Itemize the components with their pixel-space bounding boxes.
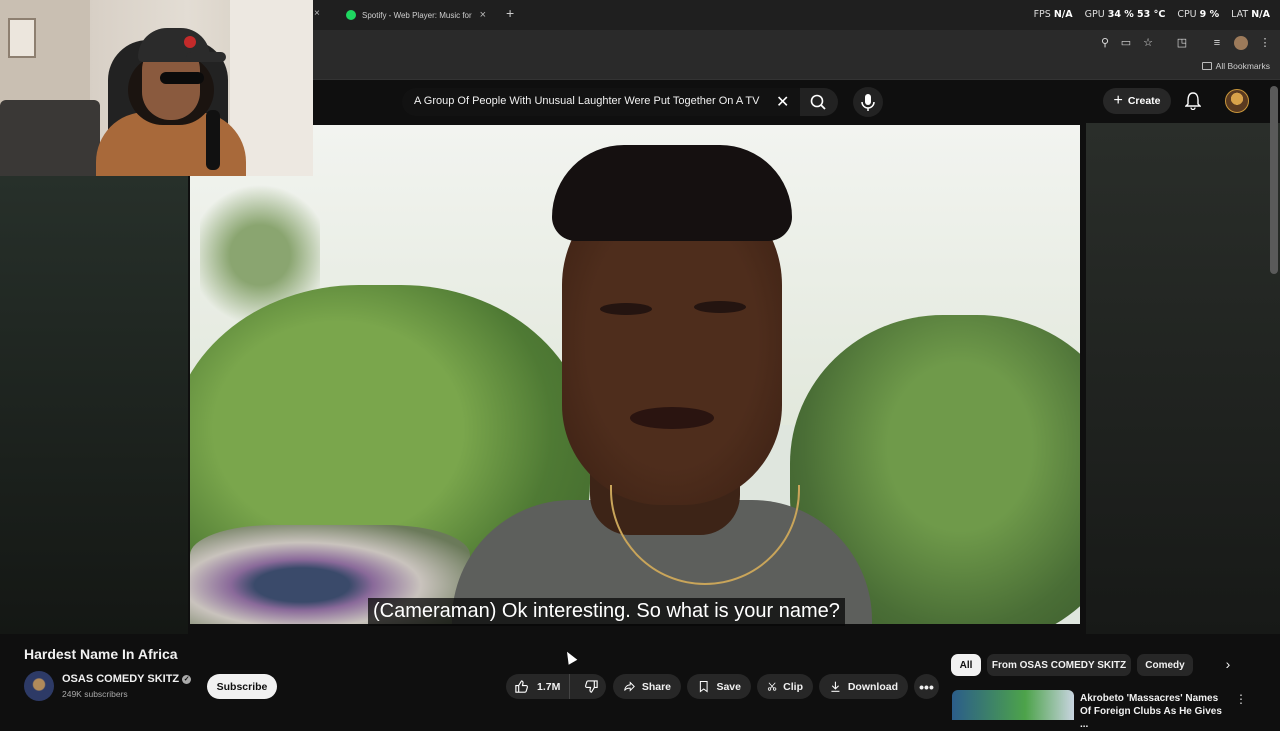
channel-name[interactable]: OSAS COMEDY SKITZ ✓ [62, 673, 192, 685]
video-player[interactable] [188, 123, 1082, 626]
more-horizontal-icon: ••• [919, 678, 934, 695]
share-label: Share [641, 680, 671, 693]
webcam-person-glasses [160, 72, 204, 84]
clip-button[interactable]: Clip [757, 674, 813, 699]
microphone-icon [861, 94, 875, 111]
plus-icon: + [1113, 92, 1123, 109]
mouse-cursor [562, 649, 578, 665]
video-person-eye [600, 303, 652, 315]
gpu-label: GPU [1084, 9, 1105, 20]
cpu-label: CPU [1177, 9, 1197, 20]
clip-label: Clip [783, 680, 803, 693]
voice-search-button[interactable] [853, 87, 883, 117]
user-avatar[interactable] [1225, 89, 1249, 113]
verified-icon: ✓ [182, 674, 192, 684]
recommendation-title[interactable]: Akrobeto 'Massacres' Names Of Foreign Cl… [1080, 692, 1230, 731]
create-button[interactable]: + Create [1103, 88, 1171, 114]
search-query: A Group Of People With Unusual Laughter … [414, 95, 760, 107]
create-label: Create [1127, 95, 1161, 107]
profile-icon[interactable] [1234, 36, 1248, 50]
share-button[interactable]: Share [613, 674, 681, 699]
gpu-value: 34 % 53 °C [1107, 9, 1166, 20]
scissors-icon [767, 682, 777, 691]
star-icon[interactable]: ☆ [1141, 36, 1155, 50]
like-dislike-group: 1.7M [506, 674, 606, 699]
tab-spotify[interactable]: Spotify - Web Player: Music for × [346, 3, 496, 27]
all-bookmarks-label: All Bookmarks [1215, 61, 1270, 71]
bookmark-icon [699, 680, 708, 693]
lat-label: LAT [1231, 9, 1249, 20]
zoom-icon[interactable]: ⚲ [1098, 36, 1112, 50]
chip-from-channel[interactable]: From OSAS COMEDY SKITZ [987, 654, 1131, 676]
search-button[interactable] [800, 88, 838, 116]
webcam-sofa [0, 100, 100, 176]
all-bookmarks[interactable]: All Bookmarks [1201, 61, 1270, 71]
fps-label: FPS [1033, 9, 1051, 20]
download-label: Download [847, 680, 898, 693]
webcam-overlay [0, 0, 313, 176]
more-vertical-icon[interactable]: ⋮ [1235, 692, 1247, 706]
webcam-person-cap-brim [186, 52, 226, 62]
video-subtitle: (Cameraman) Ok interesting. So what is y… [368, 598, 845, 626]
dislike-button[interactable] [576, 674, 606, 699]
subscribe-button[interactable]: Subscribe [207, 674, 277, 699]
webcam-microphone [206, 110, 220, 170]
tab-close-icon[interactable]: × [314, 8, 320, 19]
scrollbar[interactable] [1270, 86, 1278, 274]
install-icon[interactable]: ▭ [1119, 36, 1133, 50]
subscriber-count: 249K subscribers [62, 689, 128, 699]
menu-icon[interactable]: ⋮ [1258, 36, 1272, 50]
video-person-eye [694, 301, 746, 313]
tab-close-icon[interactable]: × [480, 9, 486, 21]
recommendation-thumbnail[interactable] [952, 690, 1074, 720]
thumbs-down-icon [584, 680, 598, 693]
chip-comedy[interactable]: Comedy [1137, 654, 1193, 676]
extensions-icon[interactable]: ◳ [1175, 36, 1189, 50]
download-button[interactable]: Download [819, 674, 908, 699]
like-count: 1.7M [537, 680, 561, 693]
chip-all[interactable]: All [951, 654, 981, 676]
new-tab-button[interactable]: + [506, 5, 514, 21]
chevron-right-icon[interactable]: › [1214, 656, 1242, 678]
webcam-picture-frame [8, 18, 36, 58]
fps-value: N/A [1053, 9, 1073, 20]
notifications-bell-icon[interactable] [1185, 92, 1201, 110]
search-icon [810, 94, 826, 110]
webcam-cap-logo [184, 36, 196, 48]
ambient-left [0, 176, 188, 634]
spotify-icon [346, 10, 356, 20]
save-button[interactable]: Save [687, 674, 751, 699]
performance-overlay: FPS N/A GPU 34 % 53 °C CPU 9 % LAT N/A [1034, 9, 1270, 20]
channel-avatar[interactable] [24, 671, 54, 701]
folder-icon [1201, 62, 1212, 70]
channel-name-label: OSAS COMEDY SKITZ [62, 673, 180, 685]
like-button[interactable]: 1.7M [506, 674, 571, 699]
tab-title: Spotify - Web Player: Music for [362, 10, 472, 20]
video-title: Hardest Name In Africa [24, 646, 178, 662]
ambient-right [1086, 123, 1280, 634]
lat-value: N/A [1251, 9, 1270, 20]
media-control-icon[interactable]: ≡ [1210, 36, 1224, 50]
thumbs-up-icon [515, 680, 528, 693]
clear-search-icon[interactable]: ✕ [776, 92, 789, 112]
more-actions-button[interactable]: ••• [914, 674, 939, 699]
cpu-value: 9 % [1199, 9, 1220, 20]
download-icon [831, 681, 840, 692]
video-person-hair [552, 145, 792, 241]
save-label: Save [716, 680, 741, 693]
video-person-mouth [630, 407, 714, 429]
share-icon [624, 681, 635, 692]
